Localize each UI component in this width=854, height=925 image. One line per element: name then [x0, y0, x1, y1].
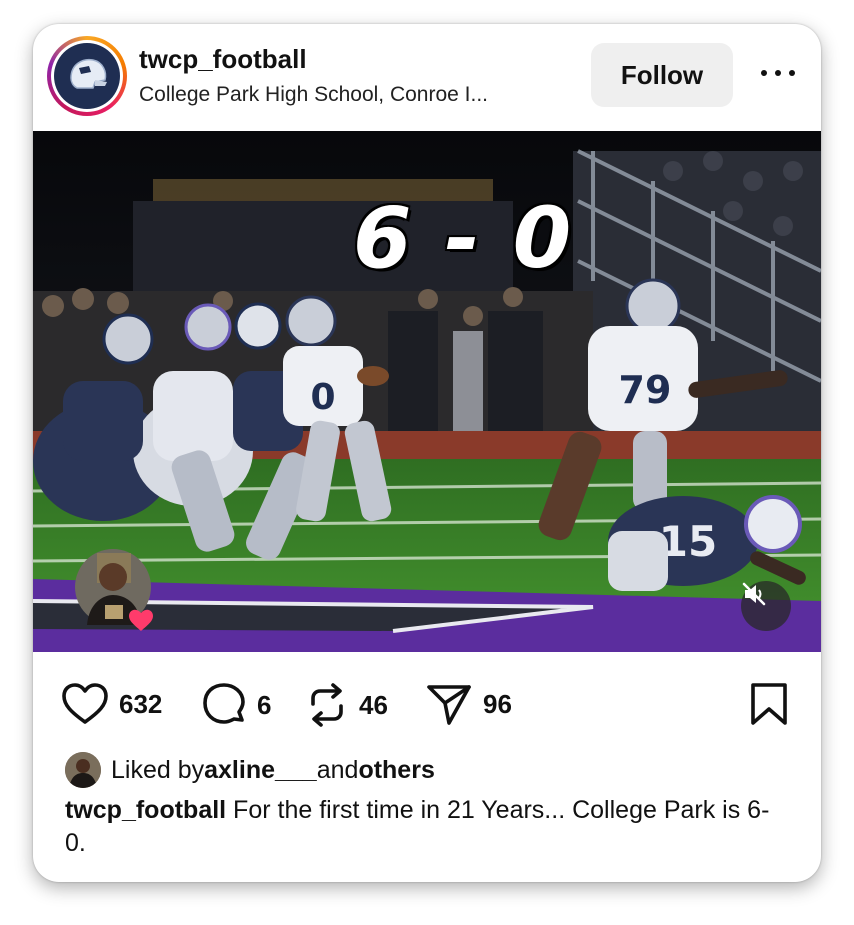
profile-avatar[interactable] — [47, 36, 127, 116]
likes-count: 632 — [119, 688, 163, 719]
liked-by-row[interactable]: Liked by axline___ and others — [65, 752, 435, 788]
helmet-logo-icon — [70, 58, 107, 89]
score-overlay-text: 6 - 0 — [353, 189, 574, 287]
share-action[interactable]: 96 — [425, 682, 512, 726]
repost-icon[interactable] — [305, 682, 349, 728]
save-action[interactable] — [749, 682, 789, 731]
mute-toggle-button[interactable] — [741, 581, 791, 631]
heart-reaction-icon — [129, 609, 153, 631]
post-card: twcp_football College Park High School, … — [33, 24, 821, 882]
comment-icon[interactable] — [201, 682, 247, 728]
speaker-muted-icon — [742, 582, 766, 606]
comments-count: 6 — [257, 689, 272, 720]
heart-icon[interactable] — [61, 682, 109, 726]
bookmark-icon[interactable] — [749, 682, 789, 726]
more-options-icon[interactable] — [761, 70, 795, 80]
tagged-user-avatar[interactable] — [73, 547, 155, 633]
repost-action[interactable]: 46 — [305, 682, 388, 728]
liked-by-prefix: Liked by — [111, 755, 205, 784]
post-caption: twcp_football For the first time in 21 Y… — [65, 794, 785, 860]
comment-action[interactable]: 6 — [201, 682, 271, 728]
shares-count: 96 — [483, 688, 512, 719]
like-action[interactable]: 632 — [61, 682, 162, 726]
post-username[interactable]: twcp_football — [139, 44, 307, 75]
post-action-bar: 632 6 46 96 — [33, 672, 821, 738]
post-media[interactable]: 0 79 15 6 - 0 — [33, 131, 821, 652]
caption-author[interactable]: twcp_football — [65, 796, 226, 824]
send-icon[interactable] — [425, 682, 473, 726]
follow-button[interactable]: Follow — [591, 43, 733, 107]
reposts-count: 46 — [359, 689, 388, 720]
jersey-number-0: 0 — [310, 377, 335, 418]
liker-avatar — [65, 752, 101, 788]
liked-by-user[interactable]: axline___ — [204, 756, 317, 785]
jersey-number-79: 79 — [619, 368, 672, 412]
post-location[interactable]: College Park High School, Conroe I... — [139, 83, 564, 107]
liked-by-others[interactable]: others — [358, 756, 434, 785]
liked-by-connector: and — [316, 755, 359, 784]
